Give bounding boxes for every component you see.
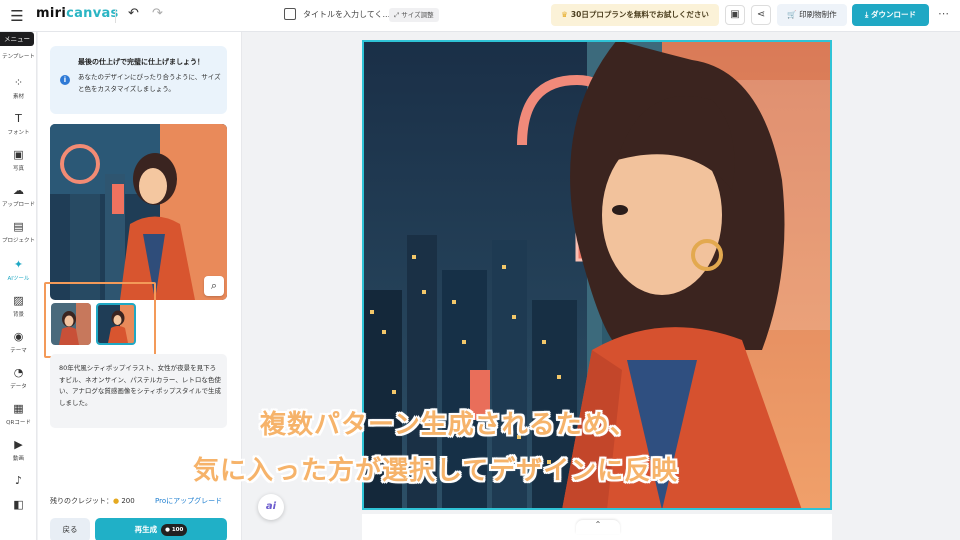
credits-remaining: 残りのクレジット：● 200 [50,497,135,505]
rail-item-label: フォント [7,130,30,136]
regenerate-button[interactable]: 再生成 ● 100 [95,518,227,540]
info-title: 最後の仕上げで完璧に仕上げましょう！ [78,58,204,66]
rail-icon: T [15,112,22,125]
share-icon[interactable]: ⋖ [751,5,771,25]
rail-item-label: 背景 [12,312,24,318]
coin-icon: ● [113,497,120,505]
rail-item-label: アップロード [1,202,35,208]
hamburger-menu-icon[interactable]: ☰ [8,7,26,25]
rail-item-2[interactable]: T フォント [0,108,37,142]
rail-icon: ▦ [13,402,24,415]
rail-item-label: QRコード [6,420,31,426]
rail-icon: ♪ [14,474,23,487]
title-input[interactable]: タイトルを入力してく... [303,9,390,20]
rail-item-label: データ [10,384,27,390]
rail-icon: ✦ [13,258,24,271]
thumbnail-highlight-frame [44,282,156,358]
rail-item-11[interactable]: ▶ 動画 [0,434,37,468]
info-icon: i [60,75,70,85]
more-icon[interactable]: ⋯ [938,7,949,20]
undo-icon[interactable]: ↶ [128,6,139,21]
rail-item-13[interactable]: ◧ [0,494,37,528]
rail-item-label: 素材 [12,94,24,100]
rail-icon: ◧ [13,498,24,511]
prompt-text: 80年代風シティポップイラスト、女性が夜景を見下ろすビル、ネオンサイン、パステル… [59,364,221,407]
rail-icon: ▶ [14,438,23,451]
rail-item-8[interactable]: ◉ テーマ [0,326,37,360]
prompt-box: 80年代風シティポップイラスト、女性が夜景を見下ろすビル、ネオンサイン、パステル… [50,354,227,428]
rail-item-label: テンプレート [2,54,35,60]
rail-icon: ▣ [13,148,24,161]
pro-trial-button[interactable]: ♛ 30日プロプランを無料でお試しください [551,4,719,26]
caption-line-2: 気に入った方が選択してデザインに反映 [193,456,679,486]
rail-item-label: AIツール [7,276,30,282]
chevron-up-icon[interactable]: ⌃ [576,520,620,534]
info-box: i 最後の仕上げで完璧に仕上げましょう！ あなたのデザインにぴったり合うように、… [50,46,227,114]
rail-item-5[interactable]: ▤ プロジェクト [0,216,37,250]
generated-preview-image[interactable] [50,124,227,300]
crown-icon: ♛ [561,10,568,19]
menu-tooltip: メニュー [0,32,34,46]
rail-item-1[interactable]: ⁘ 素材 [0,72,37,106]
download-button[interactable]: ⤓ ダウンロード [852,4,929,26]
caption-line-1: 複数パターン生成されるため、 [260,410,637,440]
preview-illustration [50,124,227,300]
info-body: あなたのデザインにぴったり合うように、サイズと色をカスタマイズしましょう。 [78,73,221,93]
rail-item-label: 動画 [12,456,24,462]
rail-item-label: 写真 [12,166,24,172]
rail-item-label: テーマ [10,348,27,354]
zoom-search-icon[interactable]: ⌕ [204,276,224,296]
rail-icon: ◔ [13,366,24,379]
rail-item-7[interactable]: ▨ 背景 [0,290,37,324]
credit-cost-badge: ● 100 [161,524,188,536]
rail-icon: ▨ [13,294,24,307]
back-button[interactable]: 戻る [50,518,90,540]
divider [115,9,116,23]
rail-item-4[interactable]: ☁ アップロード [0,180,37,214]
rail-icon: ▤ [13,220,24,233]
rail-icon: ◉ [13,330,24,343]
rail-icon: ⁘ [13,76,24,89]
folder-icon[interactable] [284,8,296,20]
resize-button[interactable]: ⤢ サイズ調整 [389,8,439,22]
print-button[interactable]: 🛒 印刷物制作 [777,4,847,26]
rail-item-9[interactable]: ◔ データ [0,362,37,396]
rail-icon: ☁ [13,184,24,197]
redo-icon[interactable]: ↷ [152,6,163,21]
rail-item-6[interactable]: ✦ AIツール [0,254,37,288]
upgrade-link[interactable]: Proにアップグレード [155,496,222,506]
app-logo[interactable]: miricanvas [36,6,119,21]
rail-item-label: プロジェクト [1,238,35,244]
top-bar: ☰ miricanvas ↶ ↷ タイトルを入力してく... ⤢ サイズ調整 ♛… [0,0,960,32]
save-icon[interactable]: ▣ [725,5,745,25]
ai-assistant-button[interactable]: ai [258,494,284,520]
left-rail: ▭テンプレート⁘素材Tフォント▣写真☁アップロード▤プロジェクト✦AIツール▨背… [0,32,37,540]
rail-item-3[interactable]: ▣ 写真 [0,144,37,178]
rail-item-10[interactable]: ▦ QRコード [0,398,37,432]
